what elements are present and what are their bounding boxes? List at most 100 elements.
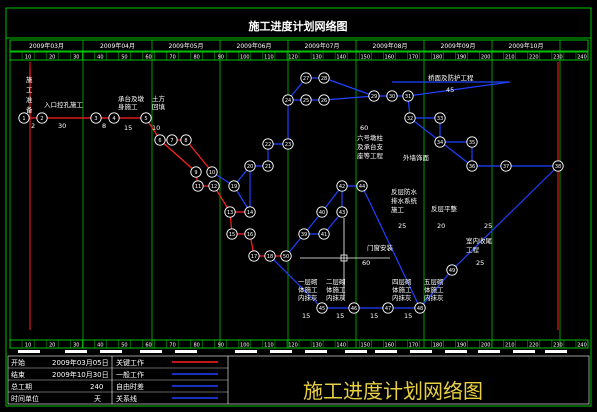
top-scale-number: 170 — [409, 55, 419, 61]
label-10: 10 — [152, 124, 160, 132]
top-scale-number: 120 — [288, 55, 298, 61]
top-scale-number: 130 — [312, 55, 322, 61]
label-indoor-2: 工程 — [466, 245, 480, 254]
bottom-scale: 10 20 30 40 50 60 70 80 90 100 110 120 130 140 150 160 1… — [9, 340, 589, 349]
event-node-number: 37 — [503, 164, 509, 170]
event-node-number: 17 — [251, 254, 257, 260]
label-pier-1: 承台及墩 — [118, 94, 145, 103]
top-scale-number: 70 — [169, 55, 175, 61]
month-label: 2009年04月 — [100, 42, 135, 50]
scale-bar-mark — [410, 350, 432, 353]
scale-bar-mark — [140, 350, 162, 353]
event-node-number: 11 — [195, 184, 201, 190]
event-node: 43 — [336, 206, 348, 218]
event-node: 24 — [282, 94, 294, 106]
scale-bar-mark — [375, 350, 397, 353]
legend-label: 关键工作 — [116, 358, 144, 367]
event-node: 27 — [300, 72, 312, 84]
top-scale-number: 150 — [360, 55, 370, 61]
event-node: 29 — [368, 90, 380, 102]
event-node-number: 34 — [437, 140, 443, 146]
event-node-number: 27 — [303, 76, 309, 82]
event-node: 49 — [446, 264, 458, 276]
event-node-number: 2 — [40, 116, 43, 122]
unit-value: 天 — [94, 395, 101, 403]
event-node-number: 24 — [285, 98, 291, 104]
label-f1-2: 体施工 — [298, 285, 318, 294]
event-node-number: 16 — [247, 232, 253, 238]
top-scale-number: 10 — [25, 55, 31, 61]
event-node-number: 8 — [184, 138, 187, 144]
label-f1-1: 一层砌 — [298, 278, 318, 286]
top-scale-number: 160 — [385, 55, 395, 61]
outer-frame — [5, 7, 592, 407]
end-label: 结束 — [11, 370, 25, 379]
label-20: 20 — [437, 222, 445, 230]
label-45: 45 — [446, 86, 454, 94]
month-label: 2009年06月 — [237, 42, 272, 50]
top-scale-number: 190 — [457, 55, 467, 61]
start-label: 开始 — [11, 358, 25, 367]
event-node-number: 31 — [405, 94, 411, 100]
label-f4-3: 内抹灰 — [392, 293, 412, 302]
label-prep-3: 准 — [26, 95, 33, 104]
scale-bar-mark — [345, 350, 367, 353]
top-scale-number: 110 — [264, 55, 274, 61]
event-node: 19 — [228, 180, 240, 192]
label-six-2: 及承台支 — [357, 142, 384, 151]
event-node: 16 — [244, 228, 256, 240]
start-value: 2009年03月05日 — [52, 358, 109, 367]
event-node-number: 1 — [22, 116, 25, 122]
scale-bar-mark — [445, 350, 467, 353]
top-scale-number: 240 — [577, 55, 587, 61]
label-25: 25 — [398, 222, 406, 230]
label-waterproof-3: 施工 — [391, 205, 405, 214]
label-six-3: 座等工程 — [357, 151, 384, 160]
event-node: 37 — [500, 160, 512, 172]
network-diagram: 施工进度计划网络图 2009年03月 2009年04月 2009年05月 2009年0… — [5, 7, 592, 407]
scale-bar-mark — [270, 350, 292, 353]
activity-arrow — [451, 165, 559, 271]
label-level: 反层平整 — [431, 204, 458, 213]
top-scale-number: 230 — [553, 55, 563, 61]
label-15c: 15 — [336, 312, 344, 320]
label-f2-1: 二层砌 — [326, 278, 346, 286]
event-node-number: 48 — [417, 306, 423, 312]
scale-bar-mark — [100, 350, 122, 353]
top-scale-number: 80 — [193, 55, 199, 61]
event-node: 48 — [414, 302, 426, 314]
top-scale-number: 60 — [145, 55, 151, 61]
event-node-number: 41 — [321, 232, 327, 238]
event-node: 9 — [190, 166, 202, 178]
month-label: 2009年03月 — [29, 42, 64, 50]
top-scale-number: 30 — [73, 55, 79, 61]
event-node: 22 — [262, 138, 274, 150]
scale-bar-mark — [305, 350, 327, 353]
event-node-number: 25 — [303, 98, 309, 104]
event-node-number: 43 — [339, 210, 345, 216]
event-node: 23 — [282, 138, 294, 150]
event-node: 18 — [264, 250, 276, 262]
label-15d: 15 — [370, 312, 378, 320]
end-value: 2009年10月30日 — [52, 370, 109, 379]
event-node: 8 — [180, 134, 192, 146]
event-node: 17 — [248, 250, 260, 262]
label-f5-3: 内抹灰 — [424, 293, 444, 302]
event-node-number: 13 — [227, 210, 233, 216]
label-f5-1: 五层砌 — [424, 278, 444, 286]
event-node: 38 — [552, 160, 564, 172]
month-label: 2009年10月 — [509, 42, 544, 50]
event-node-number: 23 — [285, 142, 291, 148]
event-node: 6 — [154, 134, 166, 146]
event-node: 10 — [206, 166, 218, 178]
event-node-number: 42 — [339, 184, 345, 190]
top-scale-number: 220 — [529, 55, 539, 61]
event-node: 35 — [466, 136, 478, 148]
event-node-number: 39 — [301, 232, 307, 238]
event-node-number: 14 — [247, 210, 253, 216]
event-node: 1 — [18, 112, 30, 124]
label-pier-2: 身施工 — [118, 102, 138, 111]
event-node: 4 — [108, 112, 120, 124]
label-f2-2: 体施工 — [326, 285, 346, 294]
total-label: 总工期 — [11, 382, 32, 391]
